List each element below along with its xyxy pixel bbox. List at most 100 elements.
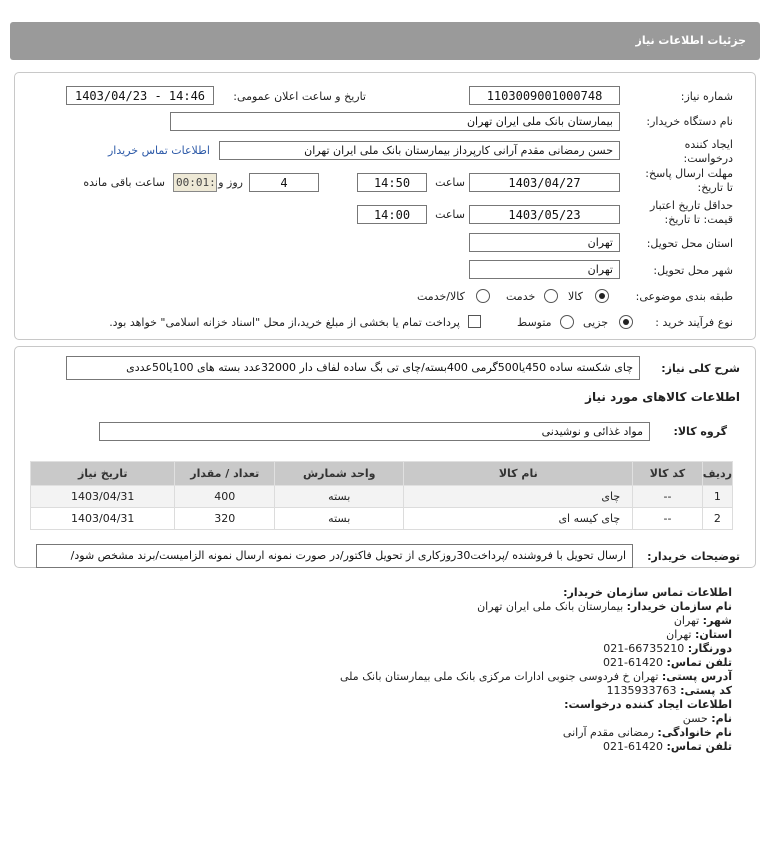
cell-unit: بسته	[274, 507, 405, 530]
contact-city: شهر: تهران	[674, 614, 732, 627]
category-radio-goods-service[interactable]	[476, 289, 490, 303]
category-label: طبقه بندی موضوعی:	[635, 290, 733, 303]
process-radio-medium[interactable]	[560, 315, 574, 329]
table-row: 2 -- چای کیسه ای بسته 320 1403/04/31	[29, 507, 734, 530]
contact-city-value: تهران	[673, 614, 700, 627]
creator-family-value: رمضانی مقدم آرانی	[562, 726, 654, 739]
table-row: 1 -- چای بسته 400 1403/04/31	[29, 485, 734, 508]
category-option-service: خدمت	[506, 290, 536, 303]
announce-label: تاریخ و ساعت اعلان عمومی:	[233, 90, 366, 103]
cell-date: 1403/04/31	[29, 507, 176, 530]
creator-phone-label: تلفن تماس:	[666, 740, 732, 753]
remaining-time-field: 00:01:43	[173, 173, 217, 192]
cell-name: چای	[403, 485, 634, 508]
goods-group-label: گروه کالا:	[673, 425, 727, 438]
deadline-time-field: 14:50	[357, 173, 427, 192]
cell-code: --	[632, 507, 703, 530]
contact-fax-value: 66735210-021	[603, 642, 685, 655]
contact-org-title: اطلاعات تماس سازمان خریدار:	[563, 586, 732, 599]
summary-field: چای شکسته ساده 450یا500گرمی 400بسته/چای …	[66, 356, 640, 380]
contact-phone-label: تلفن تماس:	[666, 656, 732, 669]
process-option-medium: متوسط	[517, 316, 552, 329]
buyer-label: نام دستگاه خریدار:	[646, 115, 733, 128]
province-field: تهران	[469, 233, 620, 252]
deadline-label: مهلت ارسال پاسخ: تا تاریخ:	[645, 167, 733, 194]
contact-fax: دورنگار: 66735210-021	[603, 642, 732, 655]
buyer-notes-label: توضیحات خریدار:	[647, 550, 740, 563]
need-number-label: شماره نیاز:	[680, 90, 733, 103]
announce-field: 1403/04/23 - 14:46	[66, 86, 214, 105]
city-field: تهران	[469, 260, 620, 279]
goods-table: ردیف کد کالا نام کالا واحد شمارش تعداد /…	[29, 461, 734, 530]
col-date: تاریخ نیاز	[29, 461, 176, 486]
goods-table-header: ردیف کد کالا نام کالا واحد شمارش تعداد /…	[29, 461, 734, 486]
category-radio-service[interactable]	[544, 289, 558, 303]
page-header: جزئیات اطلاعات نیاز	[10, 22, 760, 60]
cell-date: 1403/04/31	[29, 485, 176, 508]
deadline-time-label: ساعت	[435, 176, 465, 189]
deadline-date-field: 1403/04/27	[469, 173, 620, 192]
cell-qty: 400	[174, 485, 276, 508]
creator-label: ایجاد کننده درخواست:	[683, 138, 733, 165]
creator-title: اطلاعات ایجاد کننده درخواست:	[564, 698, 732, 711]
contact-postal-label: کد پستی:	[680, 684, 732, 697]
creator-name-value: حسن	[682, 712, 708, 725]
cell-index: 2	[701, 507, 734, 530]
contact-postal-value: 1135933763	[606, 684, 677, 697]
days-label: روز و	[218, 176, 243, 189]
contact-province: استان: تهران	[666, 628, 732, 641]
col-code: کد کالا	[632, 461, 703, 486]
contact-phone: تلفن تماس: 61420-021	[603, 656, 732, 669]
contact-address-label: آدرس پستی:	[661, 670, 732, 683]
days-field: 4	[249, 173, 319, 192]
col-index: ردیف	[701, 461, 734, 486]
buyer-contact-link[interactable]: اطلاعات تماس خریدار	[108, 144, 210, 157]
col-qty: تعداد / مقدار	[174, 461, 276, 486]
cell-unit: بسته	[274, 485, 405, 508]
creator-phone: تلفن تماس: 61420-021	[603, 740, 732, 753]
category-option-goods: کالا	[568, 290, 583, 303]
cell-code: --	[632, 485, 703, 508]
creator-phone-value: 61420-021	[603, 740, 664, 753]
contact-buyer-name-label: نام سازمان خریدار:	[626, 600, 732, 613]
page-title: جزئیات اطلاعات نیاز	[635, 34, 747, 47]
validity-time-field: 14:00	[357, 205, 427, 224]
creator-name-label: نام:	[711, 712, 732, 725]
process-radio-minor[interactable]	[619, 315, 633, 329]
contact-address: آدرس پستی: تهران خ فردوسی جنوبی ادارات م…	[340, 670, 732, 683]
validity-date-field: 1403/05/23	[469, 205, 620, 224]
contact-postal: کد پستی: 1135933763	[607, 684, 732, 697]
creator-name: نام: حسن	[683, 712, 732, 725]
buyer-notes-field: ارسال تحویل با فروشنده /پرداخت30روزکاری …	[36, 544, 633, 568]
goods-section-title: اطلاعات کالاهای مورد نیاز	[585, 390, 740, 404]
contact-address-value: تهران خ فردوسی جنوبی ادارات مرکزی بانک م…	[340, 670, 659, 683]
contact-city-label: شهر:	[702, 614, 732, 627]
contact-fax-label: دورنگار:	[687, 642, 732, 655]
category-radio-goods[interactable]	[595, 289, 609, 303]
creator-family: نام خانوادگی: رمضانی مقدم آرانی	[563, 726, 732, 739]
need-number-field: 1103009001000748	[469, 86, 620, 105]
contact-phone-value: 61420-021	[603, 656, 664, 669]
goods-group-field: مواد غذائی و نوشیدنی	[99, 422, 650, 441]
validity-time-label: ساعت	[435, 208, 465, 221]
treasury-payment-note: پرداخت تمام یا بخشی از مبلغ خرید،از محل …	[109, 316, 460, 329]
buyer-field: بیمارستان بانک ملی ایران تهران	[170, 112, 620, 131]
creator-field: حسن رمضانی مقدم آرانی کارپرداز بیمارستان…	[219, 141, 620, 160]
cell-qty: 320	[174, 507, 276, 530]
province-label: استان محل تحویل:	[646, 237, 733, 250]
contact-province-label: استان:	[695, 628, 732, 641]
cell-index: 1	[701, 485, 734, 508]
summary-label: شرح کلی نیاز:	[661, 362, 740, 375]
col-name: نام کالا	[403, 461, 634, 486]
remaining-label: ساعت باقی مانده	[83, 176, 165, 189]
validity-label: حداقل تاریخ اعتبار قیمت: تا تاریخ:	[649, 199, 733, 226]
contact-buyer-name: نام سازمان خریدار: بیمارستان بانک ملی ای…	[477, 600, 732, 613]
category-option-goods-service: کالا/خدمت	[417, 290, 465, 303]
process-option-minor: جزیی	[583, 316, 609, 329]
city-label: شهر محل تحویل:	[653, 264, 733, 277]
col-unit: واحد شمارش	[274, 461, 405, 486]
treasury-payment-checkbox[interactable]	[468, 315, 481, 328]
contact-province-value: تهران	[666, 628, 692, 641]
process-label: نوع فرآیند خرید :	[655, 316, 733, 329]
cell-name: چای کیسه ای	[403, 507, 634, 530]
